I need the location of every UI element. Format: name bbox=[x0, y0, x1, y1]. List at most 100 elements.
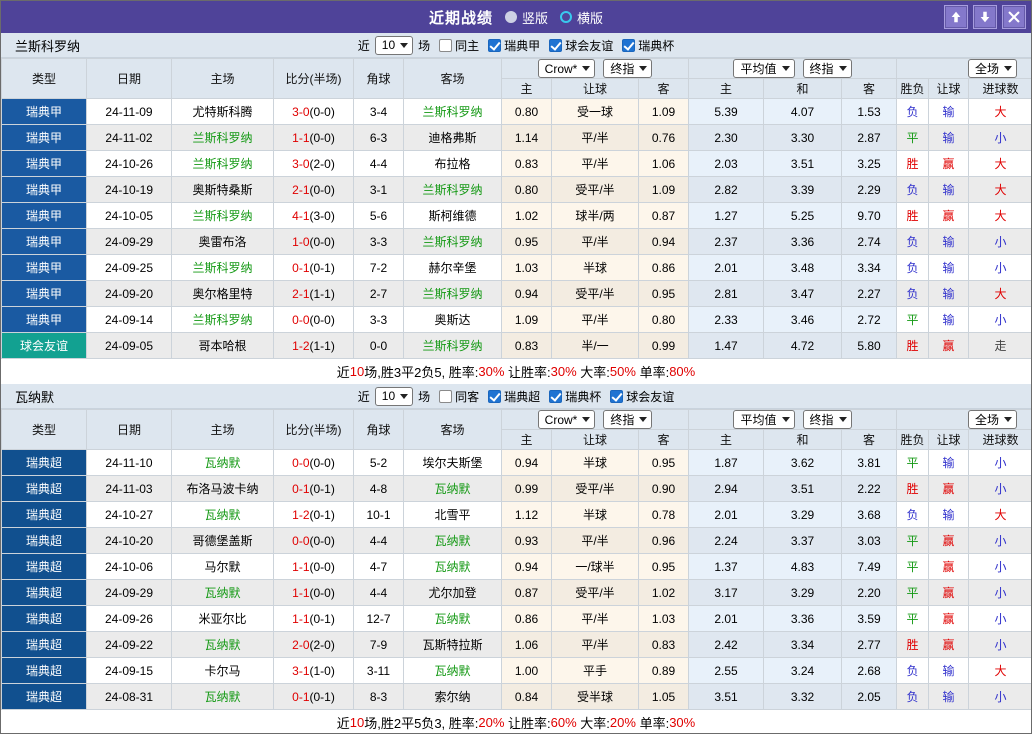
full-match-select[interactable]: 全场 bbox=[968, 410, 1017, 429]
move-down-button[interactable] bbox=[973, 5, 997, 29]
team-name: 兰斯科罗纳 bbox=[15, 36, 80, 55]
cell-goals: 小 bbox=[969, 580, 1032, 606]
cell-avg-away: 3.03 bbox=[842, 528, 897, 554]
cell-result: 平 bbox=[897, 554, 929, 580]
cell-odds-line: 半球 bbox=[552, 255, 639, 281]
cell-away-team: 瓦斯特拉斯 bbox=[404, 632, 502, 658]
fullmatch-controls: 全场 bbox=[897, 410, 1032, 430]
cell-handicap-result: 赢 bbox=[929, 632, 969, 658]
cell-result: 胜 bbox=[897, 476, 929, 502]
arrow-down-icon bbox=[978, 10, 992, 24]
cell-date: 24-10-20 bbox=[87, 528, 172, 554]
final-odds-select[interactable]: 终指 bbox=[603, 410, 652, 429]
cell-handicap-result: 输 bbox=[929, 99, 969, 125]
cell-result: 胜 bbox=[897, 632, 929, 658]
league-checkbox[interactable]: 瑞典杯 bbox=[622, 37, 674, 54]
move-up-button[interactable] bbox=[944, 5, 968, 29]
col-header-avg-draw: 和 bbox=[764, 79, 842, 99]
cell-odds-line: 平/半 bbox=[552, 151, 639, 177]
layout-horizontal-radio[interactable]: 横版 bbox=[560, 8, 603, 27]
cell-result: 平 bbox=[897, 606, 929, 632]
cell-score: 0-0(0-0) bbox=[274, 450, 354, 476]
score-fulltime: 1-0 bbox=[292, 235, 309, 249]
league-checkbox[interactable]: 球会友谊 bbox=[610, 388, 674, 405]
league-checkbox[interactable]: 瑞典杯 bbox=[549, 388, 601, 405]
chevron-down-icon bbox=[400, 394, 408, 399]
score-fulltime: 0-1 bbox=[292, 482, 309, 496]
cell-away-team: 兰斯科罗纳 bbox=[404, 99, 502, 125]
cell-avg-away: 1.53 bbox=[842, 99, 897, 125]
cell-odds-away: 0.86 bbox=[639, 255, 689, 281]
summary-part: 10 bbox=[350, 715, 364, 730]
cell-corners: 4-8 bbox=[354, 476, 404, 502]
games-label: 场 bbox=[418, 388, 430, 405]
close-button[interactable] bbox=[1002, 5, 1026, 29]
cell-odds-line: 半球 bbox=[552, 502, 639, 528]
average-select-value: 平均值 bbox=[740, 411, 776, 428]
cell-home-team: 瓦纳默 bbox=[172, 632, 274, 658]
cell-score: 0-1(0-1) bbox=[274, 684, 354, 710]
cell-avg-draw: 3.62 bbox=[764, 450, 842, 476]
cell-odds-home: 0.94 bbox=[502, 281, 552, 307]
cell-odds-away: 0.90 bbox=[639, 476, 689, 502]
same-venue-checkbox[interactable]: 同客 bbox=[439, 388, 479, 405]
cell-handicap-result: 输 bbox=[929, 658, 969, 684]
final-odds-select-value: 终指 bbox=[610, 411, 634, 428]
cell-corners: 4-4 bbox=[354, 580, 404, 606]
cell-handicap-result: 输 bbox=[929, 307, 969, 333]
cell-result: 负 bbox=[897, 177, 929, 203]
cell-avg-draw: 3.48 bbox=[764, 255, 842, 281]
cell-away-team: 瓦纳默 bbox=[404, 476, 502, 502]
cell-avg-draw: 3.29 bbox=[764, 502, 842, 528]
score-halftime: (3-0) bbox=[310, 209, 335, 223]
cell-odds-home: 0.83 bbox=[502, 333, 552, 359]
league-checkbox[interactable]: 瑞典甲 bbox=[488, 37, 540, 54]
cell-avg-home: 2.01 bbox=[689, 606, 764, 632]
cell-handicap-result: 赢 bbox=[929, 151, 969, 177]
average-select[interactable]: 平均值 bbox=[733, 410, 794, 429]
recent-count-select[interactable]: 10 bbox=[375, 36, 413, 55]
cell-home-team: 米亚尔比 bbox=[172, 606, 274, 632]
cell-avg-home: 3.51 bbox=[689, 684, 764, 710]
chevron-down-icon bbox=[1004, 66, 1012, 71]
recent-count-select[interactable]: 10 bbox=[375, 387, 413, 406]
checkbox-icon bbox=[439, 39, 452, 52]
cell-avg-draw: 3.32 bbox=[764, 684, 842, 710]
cell-avg-away: 3.81 bbox=[842, 450, 897, 476]
chevron-down-icon bbox=[582, 417, 590, 422]
cell-odds-home: 1.03 bbox=[502, 255, 552, 281]
final-odds-select[interactable]: 终指 bbox=[603, 59, 652, 78]
cell-away-team: 兰斯科罗纳 bbox=[404, 333, 502, 359]
league-checkbox[interactable]: 球会友谊 bbox=[549, 37, 613, 54]
cell-result: 胜 bbox=[897, 333, 929, 359]
cell-date: 24-08-31 bbox=[87, 684, 172, 710]
cell-corners: 6-3 bbox=[354, 125, 404, 151]
league-checkbox[interactable]: 瑞典超 bbox=[488, 388, 540, 405]
average-select[interactable]: 平均值 bbox=[733, 59, 794, 78]
cell-odds-home: 0.99 bbox=[502, 476, 552, 502]
layout-vertical-radio[interactable]: 竖版 bbox=[505, 8, 548, 27]
score-halftime: (0-0) bbox=[310, 131, 335, 145]
bookmaker-select[interactable]: Crow* bbox=[538, 59, 596, 78]
cell-corners: 4-4 bbox=[354, 528, 404, 554]
league-badge: 瑞典超 bbox=[2, 554, 87, 580]
table-row: 瑞典超24-10-27瓦纳默1-2(0-1)10-1北雪平1.12半球0.782… bbox=[2, 502, 1032, 528]
cell-score: 3-0(0-0) bbox=[274, 99, 354, 125]
cell-odds-line: 平/半 bbox=[552, 528, 639, 554]
final-odds-select[interactable]: 终指 bbox=[803, 410, 852, 429]
table-row: 瑞典甲24-11-02兰斯科罗纳1-1(0-0)6-3迪格弗斯1.14平/半0.… bbox=[2, 125, 1032, 151]
same-venue-checkbox[interactable]: 同主 bbox=[439, 37, 479, 54]
final-odds-select[interactable]: 终指 bbox=[803, 59, 852, 78]
cell-handicap-result: 输 bbox=[929, 502, 969, 528]
full-match-select[interactable]: 全场 bbox=[968, 59, 1017, 78]
table-row: 球会友谊24-09-05哥本哈根1-2(1-1)0-0兰斯科罗纳0.83半/一0… bbox=[2, 333, 1032, 359]
cell-score: 0-1(0-1) bbox=[274, 476, 354, 502]
table-row: 瑞典甲24-10-19奥斯特桑斯2-1(0-0)3-1兰斯科罗纳0.80受平/半… bbox=[2, 177, 1032, 203]
cell-odds-home: 1.12 bbox=[502, 502, 552, 528]
score-halftime: (0-0) bbox=[310, 105, 335, 119]
cell-corners: 5-6 bbox=[354, 203, 404, 229]
cell-away-team: 索尔纳 bbox=[404, 684, 502, 710]
cell-handicap-result: 赢 bbox=[929, 203, 969, 229]
cell-date: 24-09-29 bbox=[87, 229, 172, 255]
bookmaker-select[interactable]: Crow* bbox=[538, 410, 596, 429]
